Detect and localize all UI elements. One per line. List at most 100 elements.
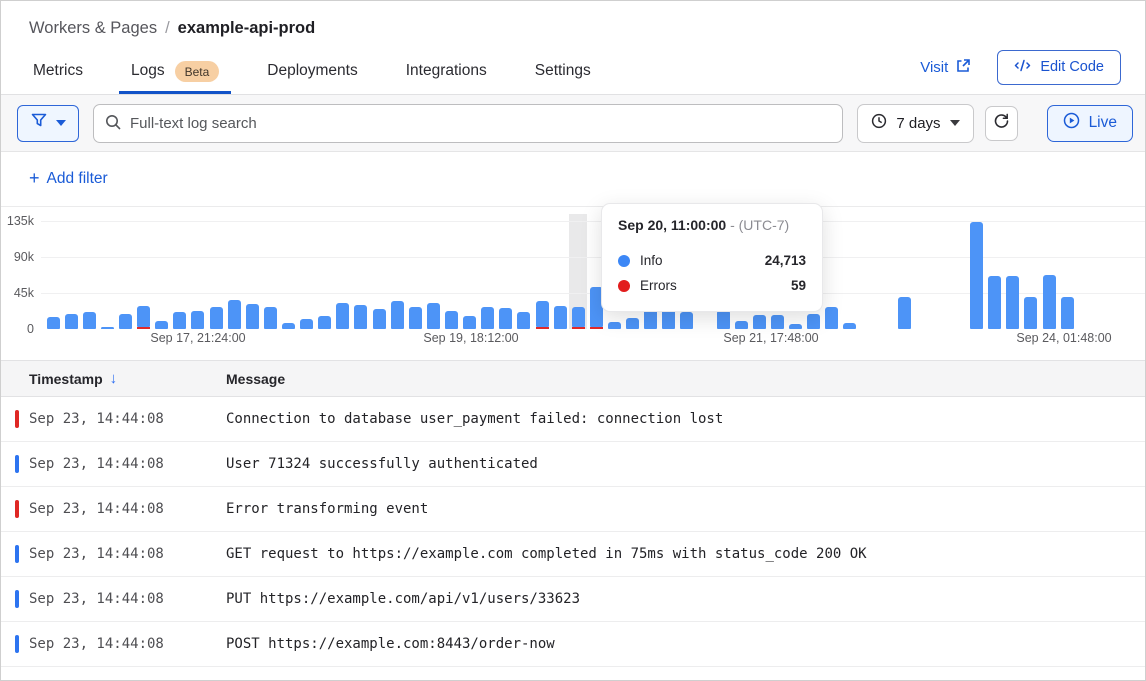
log-volume-bar[interactable] bbox=[445, 311, 458, 329]
info-segment bbox=[83, 312, 96, 329]
breadcrumb-root[interactable]: Workers & Pages bbox=[29, 19, 157, 38]
chart-slot bbox=[98, 221, 116, 329]
log-volume-bar[interactable] bbox=[572, 307, 585, 329]
log-volume-bar[interactable] bbox=[499, 308, 512, 329]
log-volume-bar[interactable] bbox=[427, 303, 440, 329]
search-input[interactable] bbox=[93, 104, 843, 143]
search-wrap bbox=[93, 104, 843, 143]
table-row[interactable]: Sep 23, 14:44:08User 71324 successfully … bbox=[1, 442, 1145, 487]
tab-settings[interactable]: Settings bbox=[531, 48, 595, 94]
add-filter-button[interactable]: + Add filter bbox=[29, 170, 108, 188]
filter-dropdown-button[interactable] bbox=[17, 105, 79, 142]
log-volume-bar[interactable] bbox=[536, 301, 549, 329]
log-volume-bar[interactable] bbox=[282, 323, 295, 329]
time-range-dropdown[interactable]: 7 days bbox=[857, 104, 973, 143]
log-volume-bar[interactable] bbox=[680, 312, 693, 329]
log-volume-bar[interactable] bbox=[1024, 297, 1037, 329]
log-volume-bar[interactable] bbox=[554, 306, 567, 329]
log-volume-bar[interactable] bbox=[354, 305, 367, 329]
log-volume-bar[interactable] bbox=[336, 303, 349, 329]
log-volume-bar[interactable] bbox=[300, 319, 313, 329]
info-segment bbox=[898, 297, 911, 329]
log-volume-bar[interactable] bbox=[753, 315, 766, 329]
log-volume-bar[interactable] bbox=[789, 324, 802, 329]
log-volume-bar[interactable] bbox=[517, 312, 530, 329]
filter-bar: 7 days Live bbox=[1, 95, 1145, 152]
x-tick-label: Sep 21, 17:48:00 bbox=[723, 331, 818, 345]
log-volume-bar[interactable] bbox=[735, 321, 748, 329]
live-label: Live bbox=[1089, 114, 1117, 132]
log-volume-bar[interactable] bbox=[173, 312, 186, 329]
live-button[interactable]: Live bbox=[1047, 105, 1133, 142]
info-segment bbox=[463, 316, 476, 329]
tab-deployments[interactable]: Deployments bbox=[263, 48, 361, 94]
table-row[interactable]: Sep 23, 14:44:08PUT https://example.com/… bbox=[1, 577, 1145, 622]
chart-slot bbox=[298, 221, 316, 329]
chevron-down-icon bbox=[56, 120, 66, 126]
log-volume-bar[interactable] bbox=[228, 300, 241, 329]
tab-label: Logs bbox=[131, 62, 165, 80]
table-row[interactable]: Sep 23, 14:44:08GET request to https://e… bbox=[1, 532, 1145, 577]
chart-slot bbox=[949, 221, 967, 329]
chart-slot bbox=[62, 221, 80, 329]
log-volume-bar[interactable] bbox=[155, 321, 168, 329]
info-segment bbox=[191, 311, 204, 329]
log-volume-bar[interactable] bbox=[83, 312, 96, 329]
table-row[interactable]: Sep 23, 14:44:08POST https://example.com… bbox=[1, 622, 1145, 667]
log-volume-bar[interactable] bbox=[988, 276, 1001, 329]
log-volume-bar[interactable] bbox=[843, 323, 856, 329]
log-volume-bar[interactable] bbox=[119, 314, 132, 329]
column-header-timestamp[interactable]: Timestamp ↓ bbox=[29, 370, 226, 387]
info-segment bbox=[608, 322, 621, 329]
log-volume-bar[interactable] bbox=[137, 306, 150, 329]
log-volume-bar[interactable] bbox=[1006, 276, 1019, 329]
chart-slot bbox=[986, 221, 1004, 329]
chart-slot bbox=[551, 221, 569, 329]
visit-link[interactable]: Visit bbox=[920, 58, 971, 77]
log-volume-bar[interactable] bbox=[373, 309, 386, 329]
log-volume-bar[interactable] bbox=[463, 316, 476, 329]
tooltip-series-row: Info24,713 bbox=[618, 248, 806, 273]
log-volume-bar[interactable] bbox=[246, 304, 259, 329]
y-tick-label: 90k bbox=[14, 250, 34, 264]
edit-code-button[interactable]: Edit Code bbox=[997, 50, 1121, 85]
log-volume-bar[interactable] bbox=[409, 307, 422, 329]
log-volume-bar[interactable] bbox=[771, 315, 784, 329]
info-segment bbox=[173, 312, 186, 329]
log-volume-bar[interactable] bbox=[47, 317, 60, 329]
log-volume-bar[interactable] bbox=[318, 316, 331, 329]
log-volume-bar[interactable] bbox=[807, 314, 820, 329]
log-volume-bar[interactable] bbox=[210, 307, 223, 329]
info-segment bbox=[373, 309, 386, 329]
log-volume-bar[interactable] bbox=[717, 310, 730, 329]
info-segment bbox=[843, 323, 856, 329]
log-volume-bar[interactable] bbox=[391, 301, 404, 329]
tabs: Metrics LogsBeta Deployments Integrations Se… bbox=[29, 48, 595, 94]
tab-logs[interactable]: LogsBeta bbox=[127, 48, 223, 94]
log-volume-bar[interactable] bbox=[898, 297, 911, 329]
log-volume-bar[interactable] bbox=[608, 322, 621, 329]
refresh-button[interactable] bbox=[985, 106, 1018, 141]
table-row[interactable]: Sep 23, 14:44:08Connection to database u… bbox=[1, 397, 1145, 442]
log-volume-bar[interactable] bbox=[264, 307, 277, 329]
log-volume-bar[interactable] bbox=[1043, 275, 1056, 329]
log-volume-bar[interactable] bbox=[626, 318, 639, 329]
tooltip-series-label: Info bbox=[640, 253, 663, 268]
info-segment bbox=[101, 327, 114, 329]
log-volume-bar[interactable] bbox=[1061, 297, 1074, 329]
tab-integrations[interactable]: Integrations bbox=[402, 48, 491, 94]
log-volume-bar[interactable] bbox=[825, 307, 838, 329]
log-volume-bar[interactable] bbox=[481, 307, 494, 329]
tab-metrics[interactable]: Metrics bbox=[29, 48, 87, 94]
x-tick-label: Sep 17, 21:24:00 bbox=[150, 331, 245, 345]
log-volume-bar[interactable] bbox=[191, 311, 204, 329]
info-segment bbox=[119, 314, 132, 329]
log-volume-bar[interactable] bbox=[970, 222, 983, 329]
info-segment bbox=[825, 307, 838, 329]
log-volume-bar[interactable] bbox=[65, 314, 78, 329]
chart-slot bbox=[442, 221, 460, 329]
column-header-message: Message bbox=[226, 371, 285, 387]
log-volume-bar[interactable] bbox=[101, 327, 114, 329]
table-row[interactable]: Sep 23, 14:44:08Error transforming event bbox=[1, 487, 1145, 532]
log-table-header: Timestamp ↓ Message bbox=[1, 360, 1145, 397]
